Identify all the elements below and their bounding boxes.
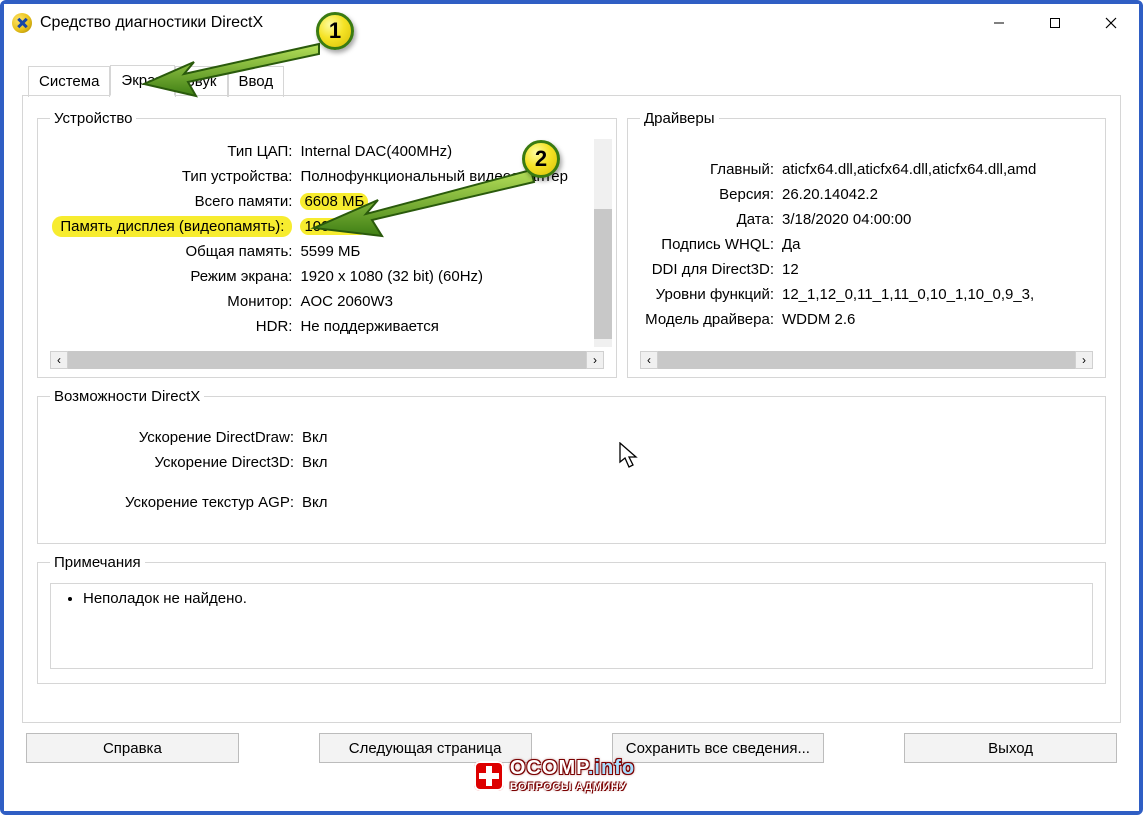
scroll-left-icon[interactable]: ‹ (50, 351, 68, 369)
kv-label: Модель драйвера: (640, 307, 780, 332)
arrow-2-icon (306, 162, 546, 242)
kv-label: Подпись WHQL: (640, 232, 780, 257)
kv-value: Да (780, 232, 1093, 257)
drivers-legend: Драйверы (640, 110, 719, 127)
minimize-button[interactable] (971, 6, 1027, 40)
client-area: Система Экран Звук Ввод Устройство Тип Ц… (4, 64, 1139, 781)
kv-label: Дата: (640, 207, 780, 232)
device-hscroll[interactable]: ‹ › (50, 351, 604, 369)
kv-label-highlight: Память дисплея (видеопамять): (52, 216, 292, 237)
kv-value: WDDM 2.6 (780, 307, 1093, 332)
app-icon (12, 13, 32, 33)
exit-button[interactable]: Выход (904, 733, 1117, 763)
window-title: Средство диагностики DirectX (40, 14, 263, 32)
capabilities-group: Возможности DirectX Ускорение DirectDraw… (37, 388, 1106, 544)
next-page-button[interactable]: Следующая страница (319, 733, 532, 763)
notes-item: Неполадок не найдено. (83, 590, 1078, 607)
kv-label: Главный: (640, 157, 780, 182)
drivers-hscroll[interactable]: ‹ › (640, 351, 1093, 369)
notes-legend: Примечания (50, 554, 145, 571)
kv-label: Ускорение текстур AGP: (50, 490, 300, 530)
kv-label: Уровни функций: (640, 282, 780, 307)
kv-label: Тип устройства: (50, 164, 298, 189)
kv-label: Монитор: (50, 289, 298, 314)
device-legend: Устройство (50, 110, 136, 127)
close-button[interactable] (1083, 6, 1139, 40)
kv-label: HDR: (50, 314, 298, 339)
kv-value: Вкл (300, 490, 1093, 530)
callout-2: 2 (522, 140, 560, 178)
kv-label: Версия: (640, 182, 780, 207)
scroll-right-icon[interactable]: › (586, 351, 604, 369)
kv-value: 1920 x 1080 (32 bit) (60Hz) (298, 264, 570, 289)
notes-box: Неполадок не найдено. (50, 583, 1093, 669)
window-controls (971, 6, 1139, 40)
capabilities-legend: Возможности DirectX (50, 388, 204, 405)
notes-group: Примечания Неполадок не найдено. (37, 554, 1106, 684)
kv-label: Ускорение DirectDraw: (50, 425, 300, 450)
device-vscroll[interactable] (594, 139, 612, 347)
kv-value: 26.20.14042.2 (780, 182, 1093, 207)
kv-label: Тип ЦАП: (50, 139, 298, 164)
maximize-button[interactable] (1027, 6, 1083, 40)
help-button[interactable]: Справка (26, 733, 239, 763)
drivers-group: Драйверы Главный:aticfx64.dll,aticfx64.d… (627, 110, 1106, 378)
kv-value: Вкл (300, 450, 1093, 490)
arrow-1-icon (134, 34, 334, 104)
kv-label: DDI для Direct3D: (640, 257, 780, 282)
kv-value: 3/18/2020 04:00:00 (780, 207, 1093, 232)
kv-value: aticfx64.dll,aticfx64.dll,aticfx64.dll,a… (780, 157, 1093, 182)
kv-value: AOC 2060W3 (298, 289, 570, 314)
kv-label: Ускорение Direct3D: (50, 450, 300, 490)
scroll-left-icon[interactable]: ‹ (640, 351, 658, 369)
kv-value: 5599 МБ (298, 239, 570, 264)
kv-value: 12_1,12_0,11_1,11_0,10_1,10_0,9_3, (780, 282, 1093, 307)
button-bar: Справка Следующая страница Сохранить все… (22, 723, 1121, 763)
kv-value: 12 (780, 257, 1093, 282)
tab-system[interactable]: Система (28, 66, 110, 97)
kv-label: Режим экрана: (50, 264, 298, 289)
callout-1: 1 (316, 12, 354, 50)
kv-label: Общая память: (50, 239, 298, 264)
tab-panel: Устройство Тип ЦАП:Internal DAC(400MHz) … (22, 95, 1121, 723)
save-all-button[interactable]: Сохранить все сведения... (612, 733, 825, 763)
scroll-right-icon[interactable]: › (1075, 351, 1093, 369)
kv-label: Всего памяти: (50, 189, 298, 214)
dxdiag-window: Средство диагностики DirectX Система Экр… (4, 4, 1139, 811)
kv-value: Вкл (300, 425, 1093, 450)
kv-value: Не поддерживается (298, 314, 570, 339)
